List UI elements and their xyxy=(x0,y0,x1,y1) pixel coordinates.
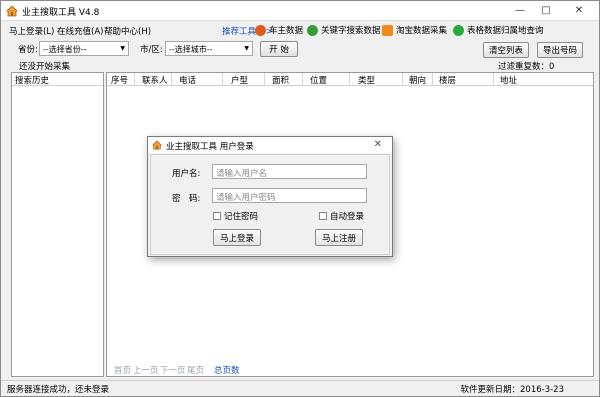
pager: 首页 上一页 下一页 尾页 总页数 xyxy=(107,364,593,376)
update-date: 软件更新日期：2016-3-23 xyxy=(460,385,565,395)
column-header[interactable]: 朝向 xyxy=(409,74,426,86)
connection-status: 服务器连接成功，还未登录 xyxy=(7,385,110,395)
city-label: 市/区: xyxy=(140,45,163,55)
province-label: 省份: xyxy=(18,45,38,55)
dialog-body: 用户名: 请输入用户名 密 码: 请输入用户密码 记住密码 自动登录 马上登录 … xyxy=(150,154,390,255)
promo-taobao-link[interactable]: 淘宝数据采集 xyxy=(382,24,447,36)
chevron-down-icon: ▼ xyxy=(120,45,125,52)
menu-login[interactable]: 马上登录(L) xyxy=(9,25,54,37)
minimize-button[interactable]: — xyxy=(507,1,533,19)
menu-recharge[interactable]: 在线充值(A) xyxy=(57,25,103,37)
first-page-link[interactable]: 首页 xyxy=(114,364,131,376)
password-label: 密 码: xyxy=(172,194,201,204)
last-page-link[interactable]: 尾页 xyxy=(187,364,204,376)
register-button[interactable]: 马上注册 xyxy=(315,229,363,246)
grid-header: 序号 联系人 电话 户型 面积 位置 类型 朝向 楼层 地址 xyxy=(107,73,593,86)
username-label: 用户名: xyxy=(172,169,201,179)
filter-row: 省份: --选择省份-- ▼ 市/区: --选择城市-- ▼ 开 始 清空列表 … xyxy=(1,39,599,59)
house-icon xyxy=(152,140,162,150)
window-title: 业主搜取工具 V4.8 xyxy=(22,8,100,18)
menu-bar: 马上登录(L) 在线充值(A) 帮助中心(H) 推荐工具 >> 车主数据 关键字… xyxy=(1,22,599,38)
column-header[interactable]: 户型 xyxy=(231,74,248,86)
password-input[interactable]: 请输入用户密码 xyxy=(212,188,367,203)
start-button[interactable]: 开 始 xyxy=(260,41,298,57)
province-select[interactable]: --选择省份-- ▼ xyxy=(39,41,129,56)
total-pages: 总页数 xyxy=(214,366,240,376)
chevron-down-icon: ▼ xyxy=(244,45,249,52)
dialog-title: 业主搜取工具 用户登录 xyxy=(166,142,254,152)
column-header[interactable]: 电话 xyxy=(179,74,196,86)
remember-password-checkbox[interactable]: 记住密码 xyxy=(213,210,258,222)
basket-icon xyxy=(382,24,393,36)
column-header[interactable]: 联系人 xyxy=(142,74,168,86)
collect-status: 还没开始采集 xyxy=(19,62,71,72)
search-history-panel[interactable]: 搜索历史 xyxy=(11,72,104,377)
main-window: 业主搜取工具 V4.8 — □ ✕ 马上登录(L) 在线充值(A) 帮助中心(H… xyxy=(0,0,600,397)
column-header[interactable]: 面积 xyxy=(272,74,289,86)
menu-help[interactable]: 帮助中心(H) xyxy=(104,25,151,37)
car-icon xyxy=(255,24,266,36)
username-input[interactable]: 请输入用户名 xyxy=(212,164,367,179)
dialog-close-button[interactable]: ✕ xyxy=(374,139,382,150)
promo-table-lookup-link[interactable]: 表格数据归属地查询 xyxy=(453,24,544,36)
next-page-link[interactable]: 下一页 xyxy=(160,364,186,376)
search-history-header: 搜索历史 xyxy=(12,73,103,86)
house-icon xyxy=(6,5,18,17)
export-numbers-button[interactable]: 导出号码 xyxy=(537,42,583,58)
filter-dup-count: 过滤重复数：0 xyxy=(498,62,555,72)
clear-list-button[interactable]: 清空列表 xyxy=(483,42,529,58)
search-icon xyxy=(307,24,318,36)
column-header[interactable]: 类型 xyxy=(358,74,375,86)
promo-car-owner-link[interactable]: 车主数据 xyxy=(255,24,303,36)
dialog-title-bar: 业主搜取工具 用户登录 ✕ xyxy=(148,137,392,153)
close-button[interactable]: ✕ xyxy=(559,1,599,19)
login-dialog: 业主搜取工具 用户登录 ✕ 用户名: 请输入用户名 密 码: 请输入用户密码 记… xyxy=(147,136,393,257)
city-select[interactable]: --选择城市-- ▼ xyxy=(165,41,253,56)
column-header[interactable]: 序号 xyxy=(111,74,128,86)
status-bar: 服务器连接成功，还未登录 软件更新日期：2016-3-23 xyxy=(1,380,599,396)
maximize-button[interactable]: □ xyxy=(533,1,559,19)
auto-login-checkbox[interactable]: 自动登录 xyxy=(319,210,364,222)
login-button[interactable]: 马上登录 xyxy=(213,229,261,246)
title-bar: 业主搜取工具 V4.8 — □ ✕ xyxy=(1,1,599,21)
column-header[interactable]: 位置 xyxy=(310,74,327,86)
prev-page-link[interactable]: 上一页 xyxy=(133,364,159,376)
column-header[interactable]: 楼层 xyxy=(439,74,456,86)
column-header[interactable]: 地址 xyxy=(500,74,517,86)
promo-keyword-link[interactable]: 关键字搜索数据 xyxy=(307,24,381,36)
globe-icon xyxy=(453,24,464,36)
